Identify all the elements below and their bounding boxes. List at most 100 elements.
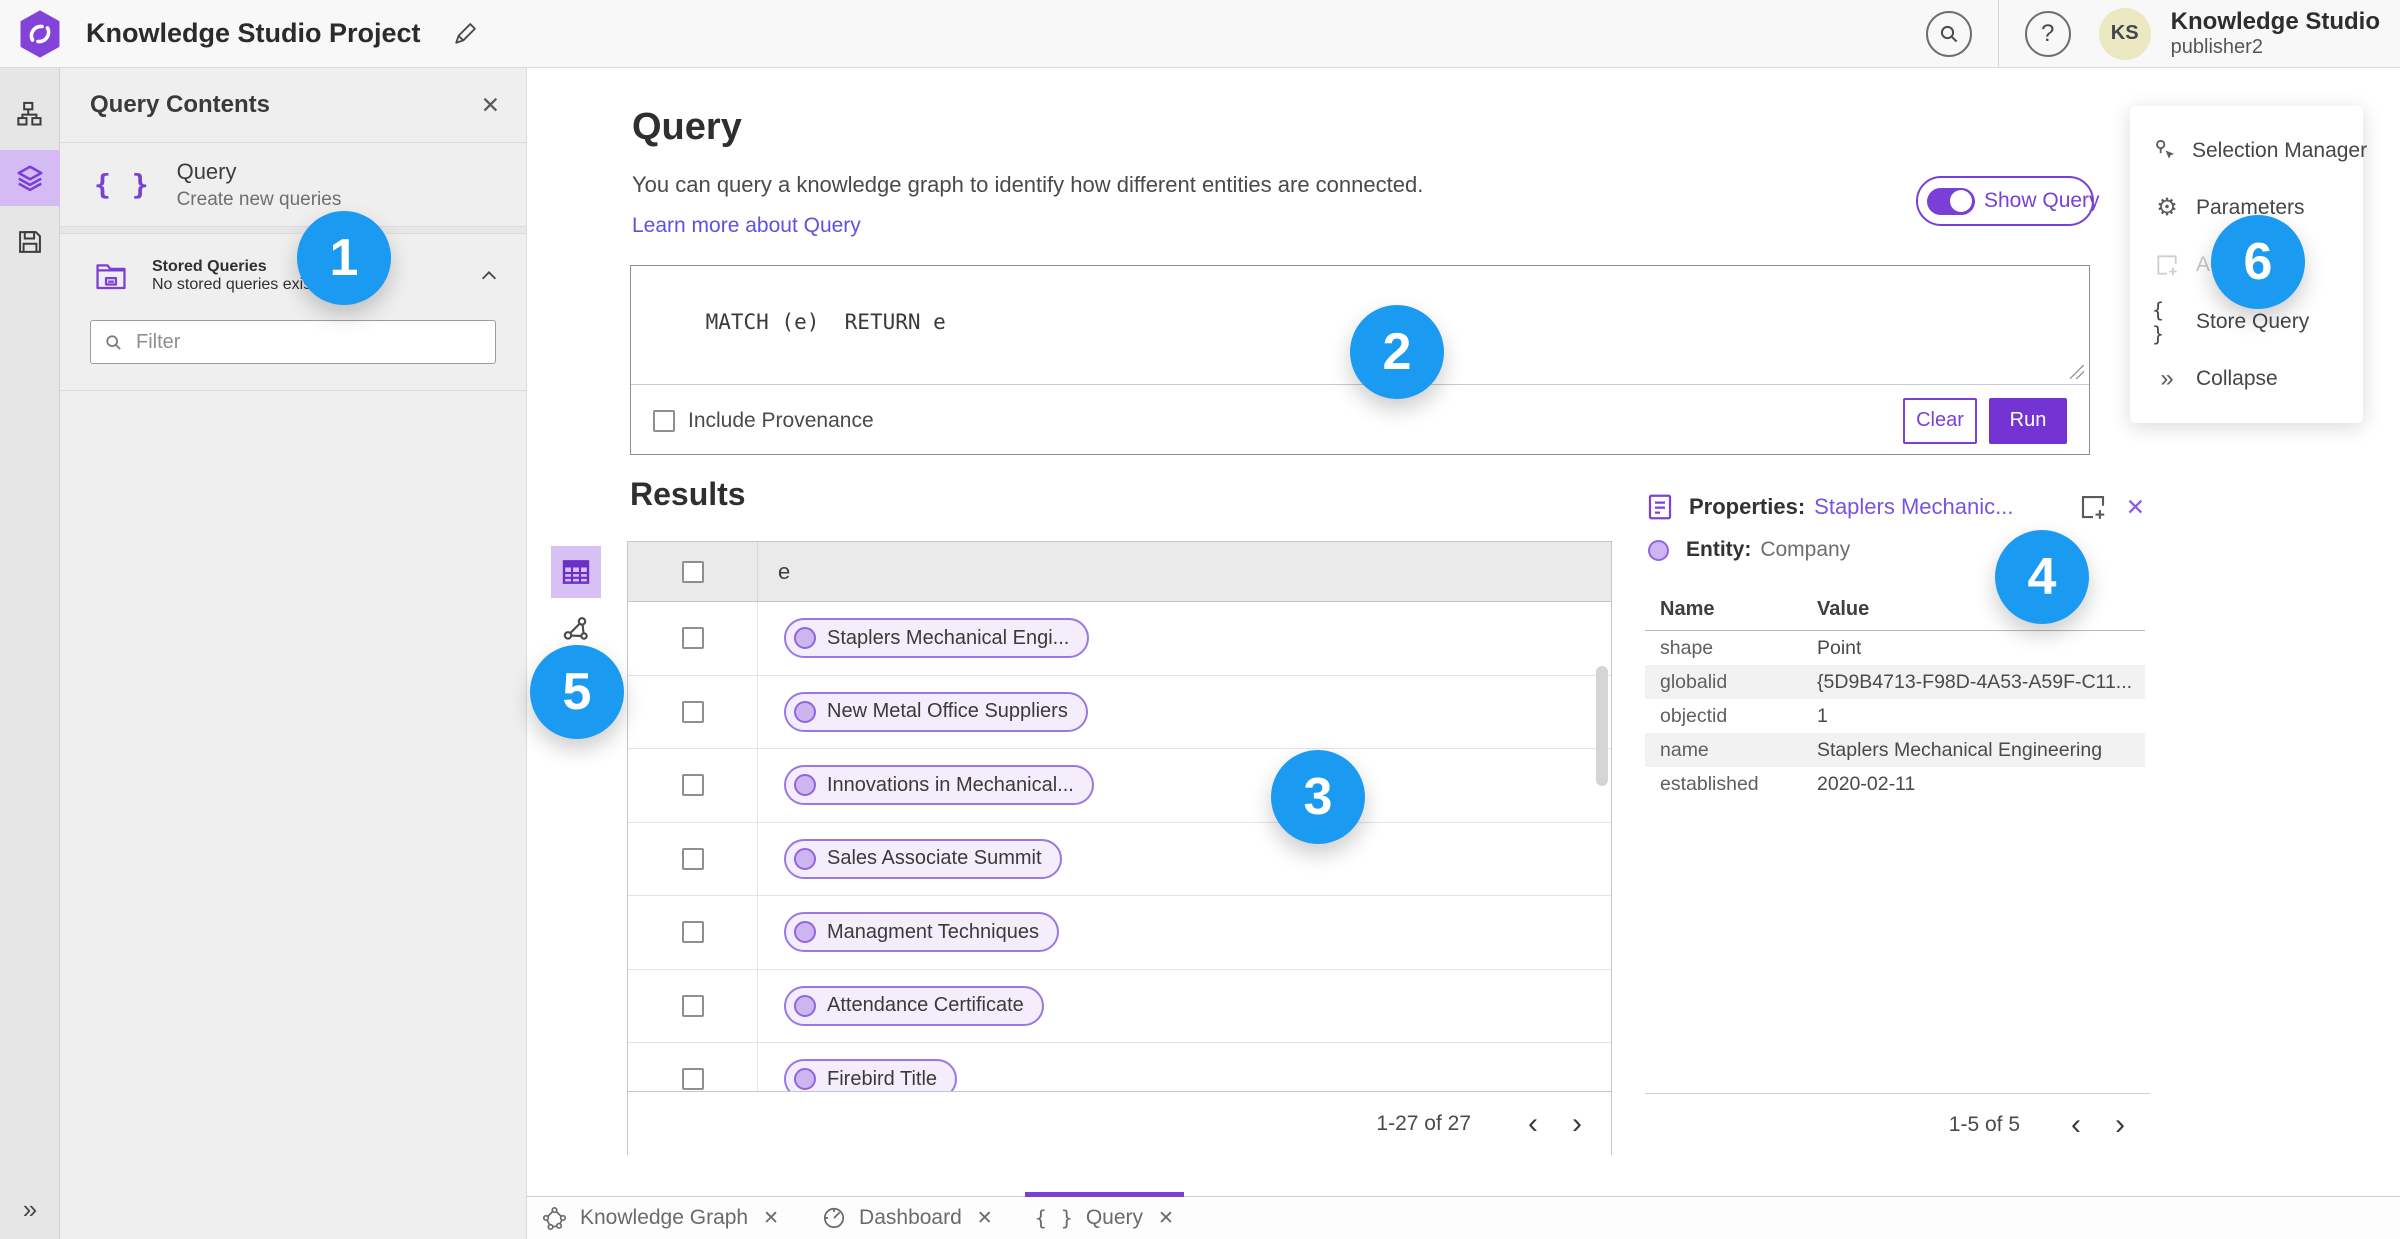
app-logo-icon[interactable]: [18, 10, 62, 58]
entity-pill[interactable]: Attendance Certificate: [784, 985, 1044, 1026]
row-checkbox[interactable]: [681, 700, 704, 723]
tab-query[interactable]: { } Query ✕: [1024, 1192, 1185, 1239]
toggle-switch: [1927, 187, 1975, 215]
expand-rail-button[interactable]: »: [0, 1194, 60, 1225]
close-tab-button[interactable]: ✕: [1158, 1207, 1174, 1230]
top-bar: Knowledge Studio Project ? KS Knowledge …: [0, 0, 2400, 68]
table-view-button[interactable]: [551, 546, 601, 598]
table-icon: [560, 556, 592, 588]
previous-page-button[interactable]: ‹: [2054, 1103, 2098, 1147]
app-name: Knowledge Studio: [2170, 8, 2380, 36]
property-name: globalid: [1660, 670, 1728, 693]
row-checkbox[interactable]: [681, 1068, 704, 1091]
entity-pill[interactable]: Staplers Mechanical Engi...: [784, 618, 1090, 659]
knowledge-graph-icon: [541, 1205, 568, 1232]
link-chart-view-button[interactable]: [560, 612, 596, 648]
property-name: name: [1660, 738, 1709, 761]
properties-heading: Properties:: [1689, 494, 1806, 519]
entity-pill[interactable]: New Metal Office Suppliers: [784, 691, 1088, 732]
row-checkbox[interactable]: [681, 774, 704, 797]
row-checkbox[interactable]: [681, 627, 704, 650]
row-checkbox[interactable]: [681, 847, 704, 870]
parameters-gear-icon: ⚙: [2156, 194, 2178, 221]
property-name: shape: [1660, 636, 1714, 659]
menu-item-collapse[interactable]: » Collapse: [2130, 350, 2363, 407]
contents-item-stored-queries[interactable]: Stored Queries No stored queries exist: [60, 234, 526, 294]
result-row: Firebird Title: [628, 1043, 1611, 1091]
property-name: established: [1660, 772, 1759, 795]
entity-pill[interactable]: Sales Associate Summit: [784, 838, 1062, 879]
close-panel-button[interactable]: ✕: [481, 92, 500, 119]
search-icon: [103, 332, 124, 353]
entity-pill[interactable]: Firebird Title: [784, 1059, 958, 1091]
next-page-button[interactable]: ›: [2098, 1103, 2142, 1147]
braces-icon: { }: [94, 168, 151, 201]
entity-pill-label: Firebird Title: [827, 1067, 938, 1090]
tab-dashboard[interactable]: Dashboard ✕: [819, 1197, 995, 1239]
close-properties-button[interactable]: ✕: [2126, 494, 2145, 521]
rail-item-hierarchy[interactable]: [0, 86, 60, 142]
query-text: MATCH (e) RETURN e: [705, 310, 946, 334]
entity-dot-icon: [794, 774, 816, 797]
select-all-checkbox[interactable]: [681, 560, 704, 583]
hierarchy-icon: [16, 100, 44, 128]
next-page-button[interactable]: ›: [1555, 1102, 1599, 1146]
pagination-range: 1-5 of 5: [1948, 1112, 2020, 1136]
property-row: globalid {5D9B4713-F98D-4A53-A59F-C11...: [1645, 665, 2145, 699]
property-row: name Staplers Mechanical Engineering: [1645, 733, 2145, 767]
annotation-circle-6: 6: [2211, 215, 2305, 309]
properties-entity-link[interactable]: Staplers Mechanic...: [1814, 494, 2013, 520]
show-query-toggle[interactable]: Show Query: [1916, 176, 2100, 226]
avatar-initials: KS: [2110, 22, 2139, 44]
include-provenance-label: Include Provenance: [688, 408, 874, 432]
help-button[interactable]: ?: [2024, 10, 2071, 57]
name-column-header: Name: [1660, 598, 1715, 620]
item-label: Query: [176, 158, 237, 184]
run-button[interactable]: Run: [1989, 397, 2067, 444]
avatar[interactable]: KS: [2098, 7, 2151, 60]
query-contents-panel: Query Contents ✕ { } Query Create new qu…: [60, 68, 527, 1239]
search-button[interactable]: [1925, 10, 1972, 57]
chevron-up-icon[interactable]: [478, 265, 500, 287]
entity-dot-icon: [794, 921, 816, 944]
edit-title-icon[interactable]: [451, 20, 479, 48]
properties-icon: [1645, 492, 1675, 522]
username: publisher2: [2170, 35, 2263, 58]
results-table-body: Staplers Mechanical Engi... New Metal Of…: [628, 602, 1611, 1091]
contents-item-query[interactable]: { } Query Create new queries: [60, 143, 526, 227]
row-checkbox[interactable]: [681, 921, 704, 944]
close-tab-button[interactable]: ✕: [977, 1207, 993, 1230]
property-row: shape Point: [1645, 631, 2145, 665]
query-description: You can query a knowledge graph to ident…: [632, 172, 1424, 197]
entity-pill-label: Sales Associate Summit: [827, 847, 1042, 870]
properties-table-body: shape Point globalid {5D9B4713-F98D-4A53…: [1645, 631, 2145, 801]
user-block[interactable]: Knowledge Studio publisher2: [2170, 8, 2380, 58]
resize-grip[interactable]: [2070, 365, 2084, 379]
learn-more-link[interactable]: Learn more about Query: [632, 214, 861, 238]
include-provenance-checkbox[interactable]: [653, 409, 675, 432]
entity-pill[interactable]: Innovations in Mechanical...: [784, 765, 1094, 806]
menu-item-selection-manager[interactable]: Selection Manager: [2130, 122, 2367, 179]
add-note-button[interactable]: [2078, 492, 2108, 522]
property-row: established 2020-02-11: [1645, 767, 2145, 801]
tab-knowledge-graph[interactable]: Knowledge Graph ✕: [539, 1197, 781, 1239]
clear-button[interactable]: Clear: [1903, 397, 1977, 444]
entity-dot-icon: [794, 1068, 816, 1091]
item-sublabel: No stored queries exist: [152, 276, 316, 293]
filter-input[interactable]: [136, 330, 483, 354]
rail-item-layers[interactable]: [0, 150, 60, 206]
property-value: {5D9B4713-F98D-4A53-A59F-C11...: [1817, 670, 2133, 693]
section-divider: [60, 227, 526, 234]
entity-pill-label: Managment Techniques: [827, 920, 1039, 943]
scrollbar-thumb[interactable]: [1596, 666, 1608, 786]
entity-pill[interactable]: Managment Techniques: [784, 912, 1059, 953]
entity-dot-icon: [794, 700, 816, 723]
results-title: Results: [630, 476, 746, 512]
row-checkbox[interactable]: [681, 994, 704, 1017]
project-title: Knowledge Studio Project: [86, 18, 421, 48]
previous-page-button[interactable]: ‹: [1511, 1102, 1555, 1146]
column-header-e: e: [778, 558, 791, 584]
close-tab-button[interactable]: ✕: [763, 1207, 779, 1230]
rail-item-save[interactable]: [0, 214, 60, 270]
value-column-header: Value: [1817, 598, 1870, 620]
